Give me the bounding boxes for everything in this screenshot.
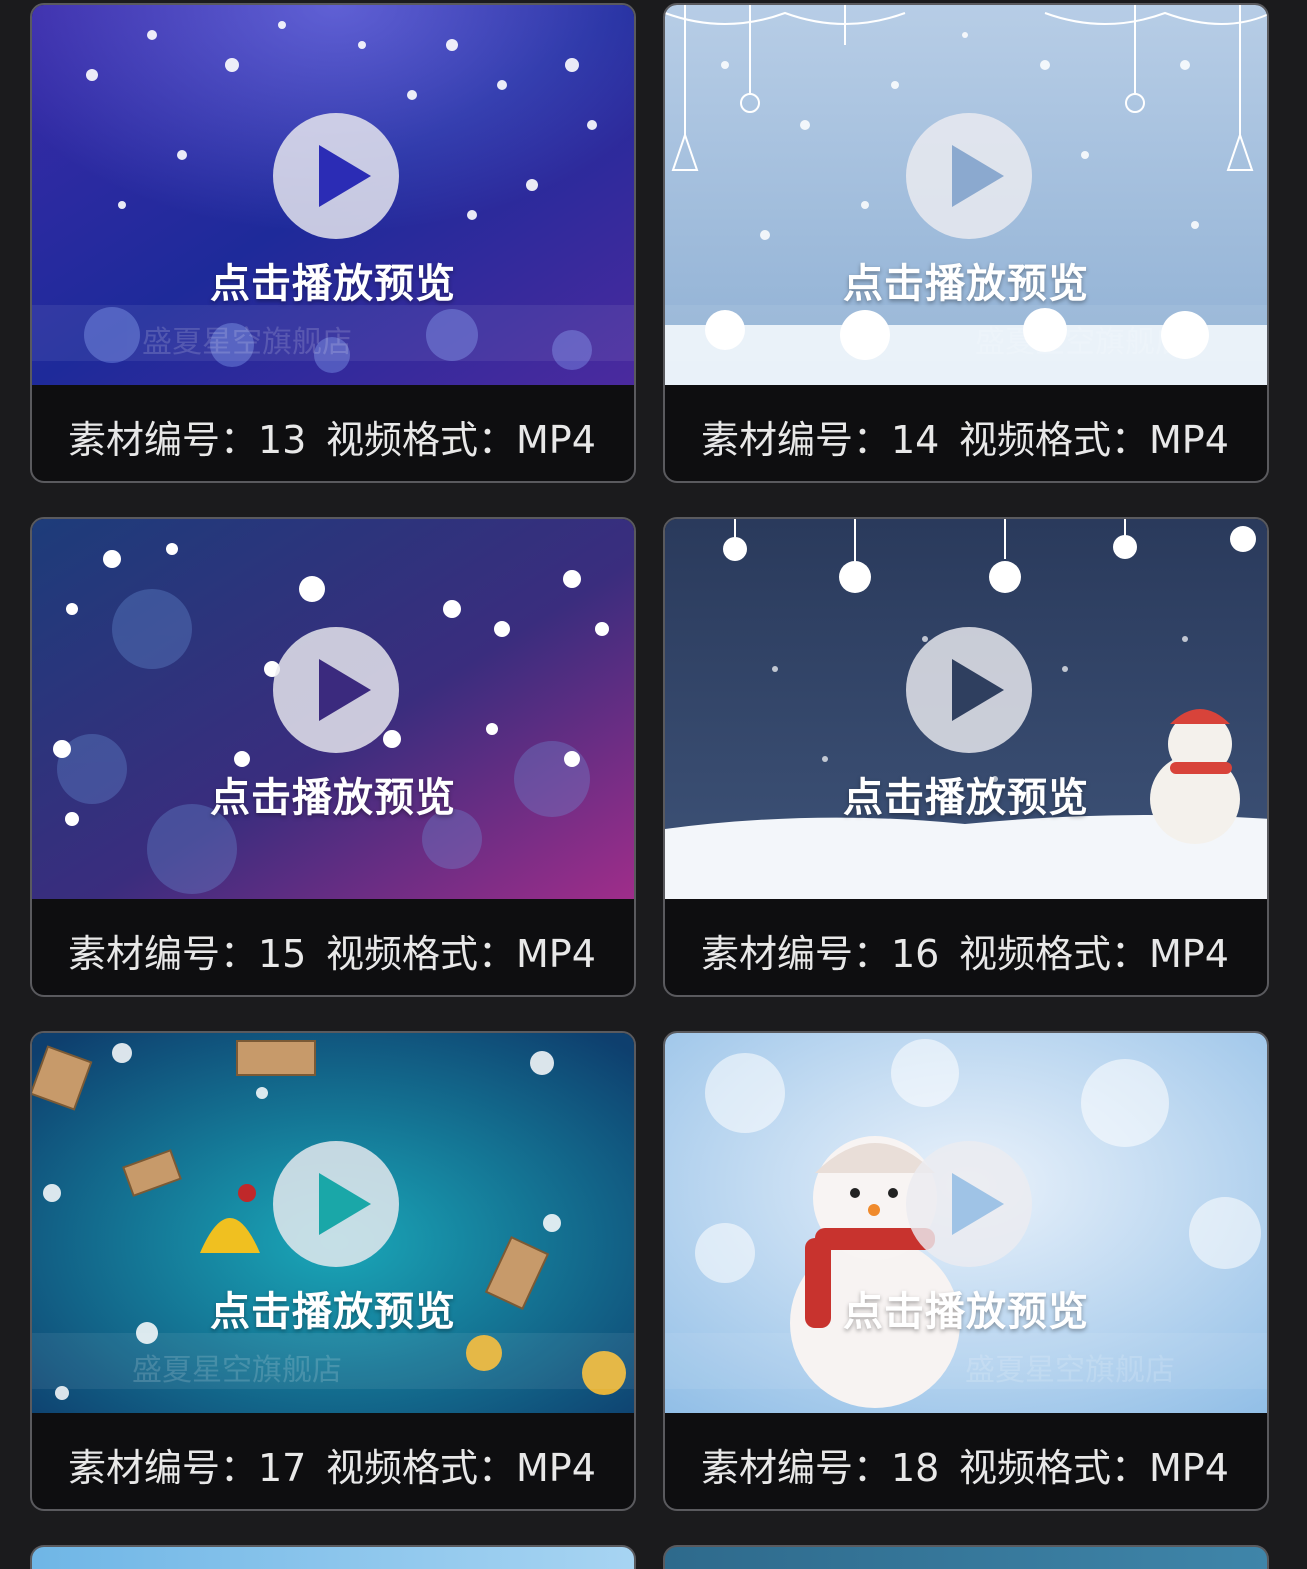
material-id: 素材编号：13 bbox=[68, 418, 307, 462]
video-card-18[interactable]: 盛夏星空旗舰店 点击播放预览 素材编号：18 视频格式：MP4 bbox=[663, 1031, 1269, 1511]
play-icon bbox=[952, 659, 1004, 721]
play-icon bbox=[319, 145, 371, 207]
video-card-14[interactable]: 盛夏星空旗舰店 点击播放预览 素材编号：14 视频格式：MP4 bbox=[663, 3, 1269, 483]
store-watermark: 盛夏星空旗舰店 bbox=[665, 305, 1267, 361]
video-card-16[interactable]: 点击播放预览 素材编号：16 视频格式：MP4 bbox=[663, 517, 1269, 997]
play-icon bbox=[952, 145, 1004, 207]
video-card-next-left[interactable] bbox=[30, 1545, 636, 1569]
video-format: 视频格式：MP4 bbox=[326, 1446, 596, 1490]
play-button[interactable] bbox=[273, 113, 399, 239]
video-card-13[interactable]: 盛夏星空旗舰店 点击播放预览 素材编号：13 视频格式：MP4 bbox=[30, 3, 636, 483]
video-thumbnail[interactable]: 盛夏星空旗舰店 点击播放预览 bbox=[665, 1033, 1267, 1413]
material-id: 素材编号：17 bbox=[68, 1446, 307, 1490]
material-id: 素材编号：15 bbox=[68, 932, 307, 976]
play-icon bbox=[952, 1173, 1004, 1235]
preview-label: 点击播放预览 bbox=[210, 775, 456, 821]
preview-label: 点击播放预览 bbox=[843, 261, 1089, 307]
preview-label: 点击播放预览 bbox=[843, 1289, 1089, 1335]
play-button[interactable] bbox=[906, 1141, 1032, 1267]
video-info-bar: 素材编号：13 视频格式：MP4 bbox=[32, 385, 634, 481]
video-card-17[interactable]: 盛夏星空旗舰店 点击播放预览 素材编号：17 视频格式：MP4 bbox=[30, 1031, 636, 1511]
video-thumbnail[interactable]: 点击播放预览 bbox=[665, 519, 1267, 899]
play-icon bbox=[319, 1173, 371, 1235]
video-format: 视频格式：MP4 bbox=[959, 418, 1229, 462]
store-watermark: 盛夏星空旗舰店 bbox=[665, 1333, 1267, 1389]
video-format: 视频格式：MP4 bbox=[959, 1446, 1229, 1490]
play-icon bbox=[319, 659, 371, 721]
video-thumbnail[interactable]: 点击播放预览 bbox=[32, 519, 634, 899]
video-info-bar: 素材编号：17 视频格式：MP4 bbox=[32, 1413, 634, 1509]
store-watermark: 盛夏星空旗舰店 bbox=[32, 305, 634, 361]
video-info-bar: 素材编号：15 视频格式：MP4 bbox=[32, 899, 634, 995]
play-button[interactable] bbox=[273, 1141, 399, 1267]
video-format: 视频格式：MP4 bbox=[326, 418, 596, 462]
video-thumbnail[interactable]: 盛夏星空旗舰店 点击播放预览 bbox=[665, 5, 1267, 385]
store-watermark: 盛夏星空旗舰店 bbox=[32, 1333, 634, 1389]
video-info-bar: 素材编号：14 视频格式：MP4 bbox=[665, 385, 1267, 481]
play-button[interactable] bbox=[906, 113, 1032, 239]
video-format: 视频格式：MP4 bbox=[326, 932, 596, 976]
video-info-bar: 素材编号：16 视频格式：MP4 bbox=[665, 899, 1267, 995]
material-id: 素材编号：16 bbox=[701, 932, 940, 976]
video-card-next-right[interactable] bbox=[663, 1545, 1269, 1569]
preview-label: 点击播放预览 bbox=[210, 1289, 456, 1335]
video-card-15[interactable]: 点击播放预览 素材编号：15 视频格式：MP4 bbox=[30, 517, 636, 997]
preview-label: 点击播放预览 bbox=[843, 775, 1089, 821]
play-button[interactable] bbox=[273, 627, 399, 753]
video-format: 视频格式：MP4 bbox=[959, 932, 1229, 976]
video-grid: 盛夏星空旗舰店 点击播放预览 素材编号：13 视频格式：MP4 盛夏星空旗舰店 … bbox=[0, 0, 1307, 1569]
video-thumbnail[interactable]: 盛夏星空旗舰店 点击播放预览 bbox=[32, 1033, 634, 1413]
play-button[interactable] bbox=[906, 627, 1032, 753]
preview-label: 点击播放预览 bbox=[210, 261, 456, 307]
video-info-bar: 素材编号：18 视频格式：MP4 bbox=[665, 1413, 1267, 1509]
material-id: 素材编号：14 bbox=[701, 418, 940, 462]
video-thumbnail[interactable]: 盛夏星空旗舰店 点击播放预览 bbox=[32, 5, 634, 385]
material-id: 素材编号：18 bbox=[701, 1446, 940, 1490]
